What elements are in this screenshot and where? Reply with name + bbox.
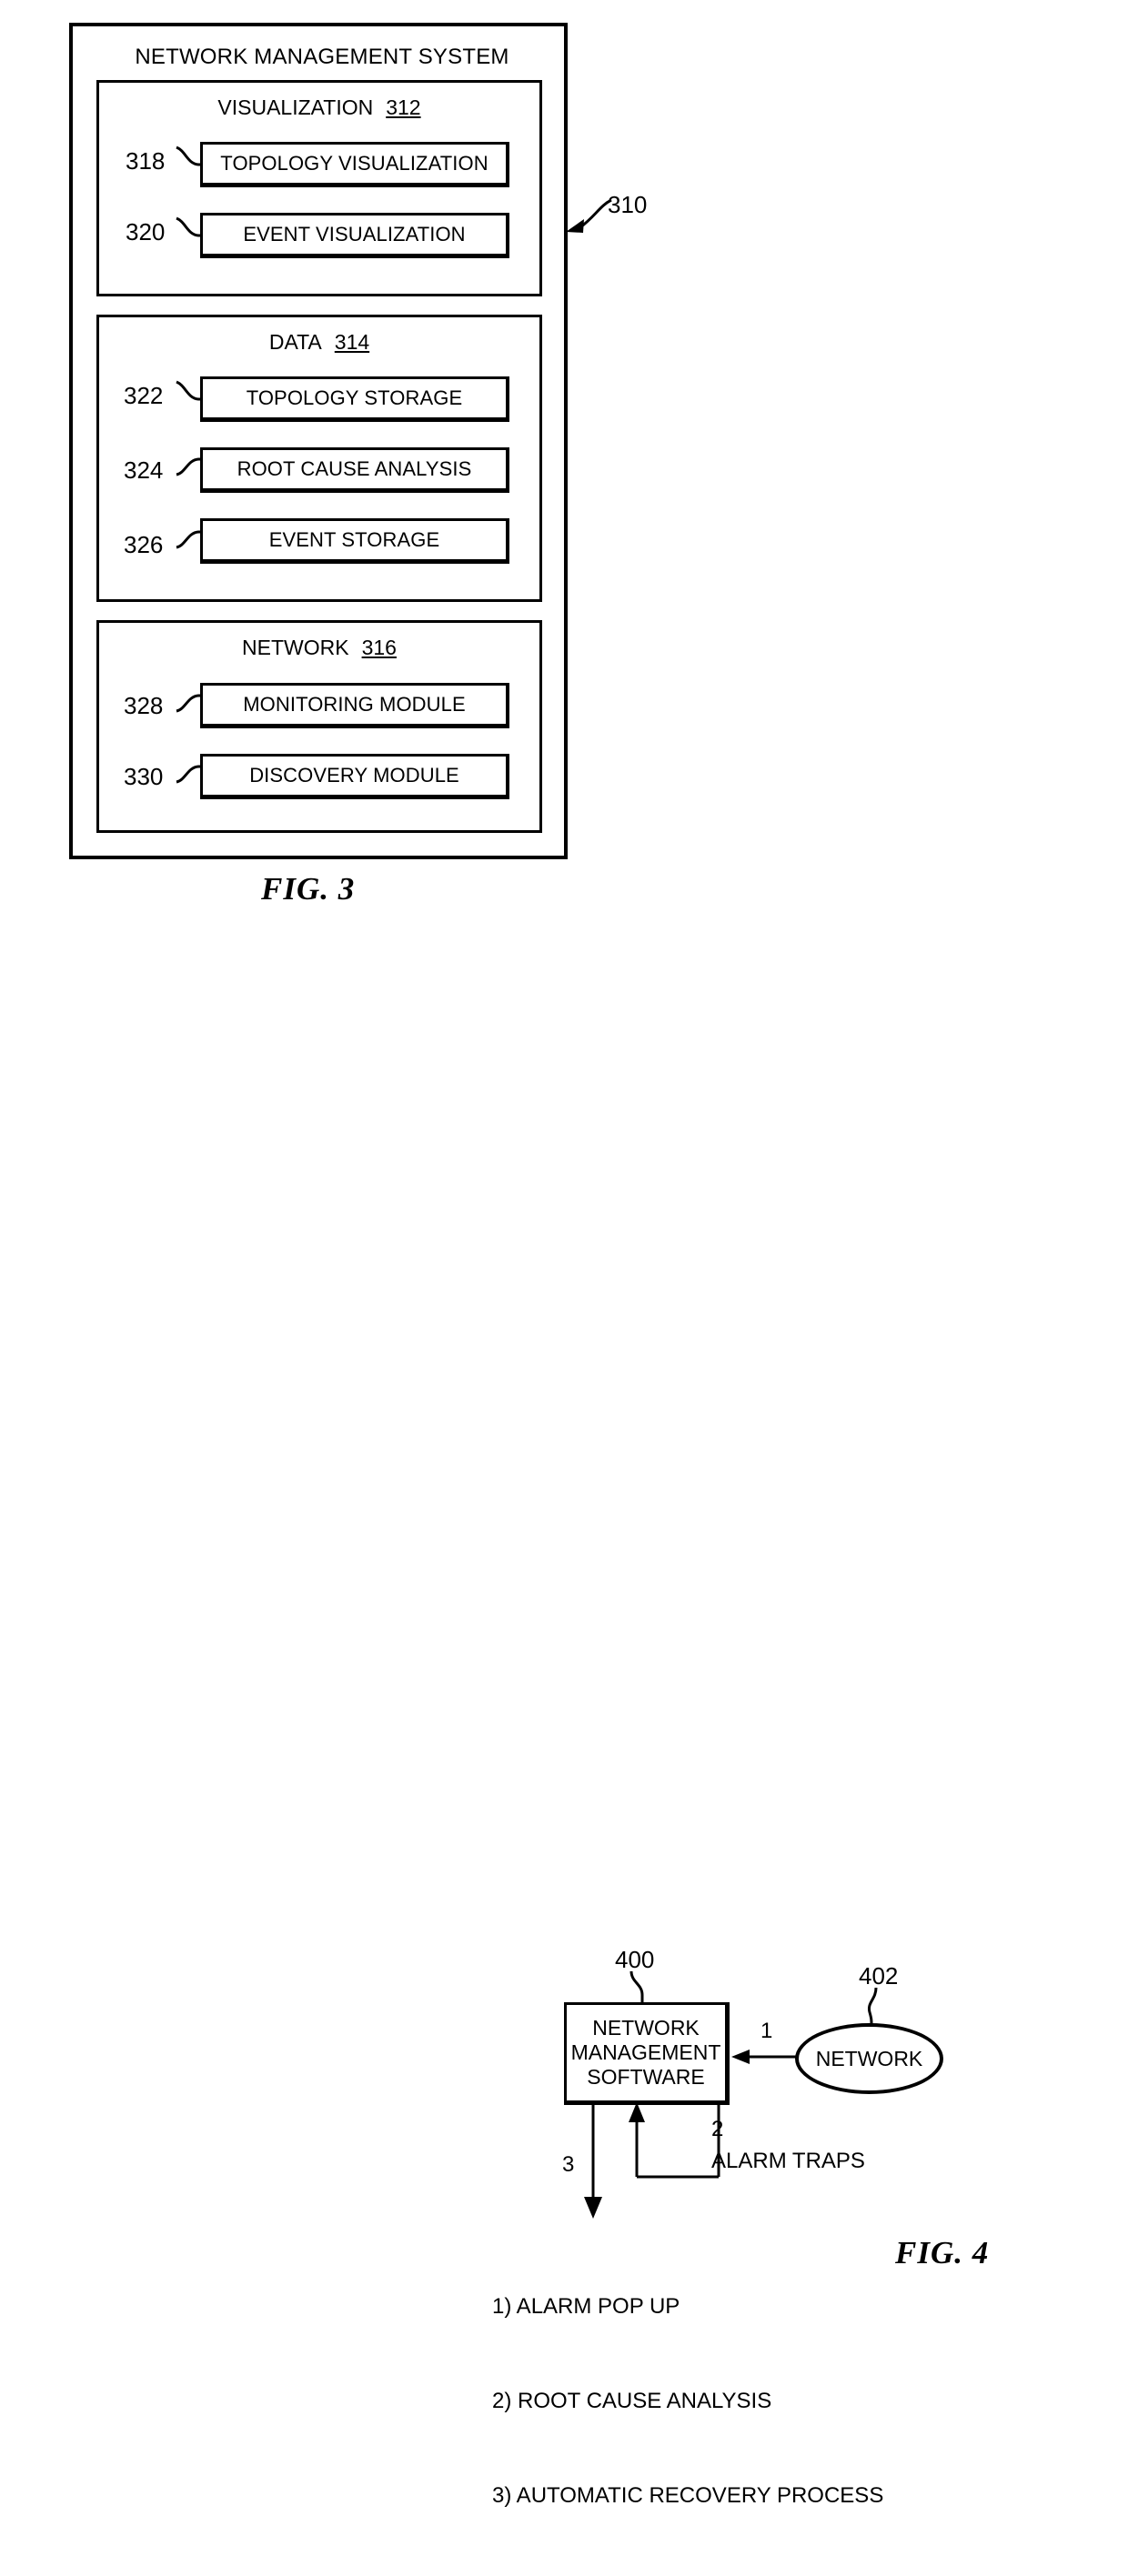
group-visualization: VISUALIZATION 312	[96, 80, 542, 296]
item-root-cause-analysis-label: ROOT CAUSE ANALYSIS	[237, 457, 472, 480]
flow-2-number: 2	[711, 2117, 724, 2141]
alarm-traps-label: ALARM TRAPS	[711, 2149, 865, 2173]
group-data-title: DATA 314	[99, 330, 539, 355]
group-network-label: NETWORK	[242, 636, 349, 659]
flow-1-arrow	[731, 2050, 799, 2064]
network-ellipse-label: NETWORK	[815, 2046, 923, 2070]
item-discovery-module: DISCOVERY MODULE	[200, 754, 509, 799]
figure-4-label: FIG. 4	[895, 2235, 990, 2270]
nms-line-1: NETWORK	[592, 2016, 700, 2040]
item-monitoring-module-label: MONITORING MODULE	[243, 693, 466, 716]
figure-4: 400 NETWORK MANAGEMENT SOFTWARE 402 NETW…	[0, 946, 1128, 2508]
group-visualization-title: VISUALIZATION 312	[99, 95, 539, 120]
legend-item-3: 3) AUTOMATIC RECOVERY PROCESS	[492, 2483, 884, 2509]
system-title: NETWORK MANAGEMENT SYSTEM	[135, 45, 509, 69]
group-data-label: DATA	[268, 330, 322, 354]
item-event-storage: EVENT STORAGE	[200, 518, 509, 564]
ref-328: 328	[124, 692, 164, 719]
flow-3-number: 3	[562, 2152, 575, 2177]
ref-402: 402	[859, 1962, 899, 1990]
ref-312: 312	[386, 95, 421, 119]
legend-item-1: 1) ALARM POP UP	[492, 2293, 680, 2319]
group-network-title: NETWORK 316	[99, 636, 539, 660]
ref-318: 318	[126, 147, 166, 175]
item-monitoring-module: MONITORING MODULE	[200, 683, 509, 728]
nms-line-3: SOFTWARE	[587, 2064, 705, 2089]
figure-4-legend: 1) ALARM POP UP 2) ROOT CAUSE ANALYSIS 3…	[492, 2228, 883, 2576]
ref-330: 330	[124, 763, 164, 790]
flow-1-number: 1	[760, 2019, 773, 2043]
flow-2-loop	[629, 2102, 720, 2179]
figure-3: NETWORK MANAGEMENT SYSTEM 310 VISUALIZAT…	[0, 0, 1128, 946]
item-event-visualization-label: EVENT VISUALIZATION	[243, 223, 466, 246]
item-topology-storage: TOPOLOGY STORAGE	[200, 376, 509, 422]
flow-3-arrow	[584, 2102, 602, 2219]
network-management-software-box: NETWORK MANAGEMENT SOFTWARE	[564, 2002, 730, 2105]
ref-324: 324	[124, 456, 164, 484]
ref-322: 322	[124, 382, 164, 409]
legend-item-2: 2) ROOT CAUSE ANALYSIS	[492, 2388, 772, 2413]
network-ellipse: NETWORK	[795, 2023, 943, 2094]
ref-400: 400	[615, 1946, 655, 1973]
ref-310: 310	[608, 191, 648, 218]
item-topology-visualization-label: TOPOLOGY VISUALIZATION	[220, 152, 488, 175]
item-discovery-module-label: DISCOVERY MODULE	[249, 764, 459, 787]
item-topology-storage-label: TOPOLOGY STORAGE	[246, 386, 463, 409]
ref-326: 326	[124, 531, 164, 558]
figure-3-label: FIG. 3	[261, 871, 356, 907]
group-visualization-label: VISUALIZATION	[217, 95, 374, 119]
ref-320: 320	[126, 218, 166, 246]
item-root-cause-analysis: ROOT CAUSE ANALYSIS	[200, 447, 509, 493]
item-event-storage-label: EVENT STORAGE	[268, 528, 440, 551]
item-event-visualization: EVENT VISUALIZATION	[200, 213, 509, 258]
ref-402-leader	[867, 1987, 878, 2025]
ref-314: 314	[334, 330, 370, 354]
nms-line-2: MANAGEMENT	[570, 2040, 721, 2065]
ref-316: 316	[361, 636, 397, 659]
item-topology-visualization: TOPOLOGY VISUALIZATION	[200, 142, 509, 187]
